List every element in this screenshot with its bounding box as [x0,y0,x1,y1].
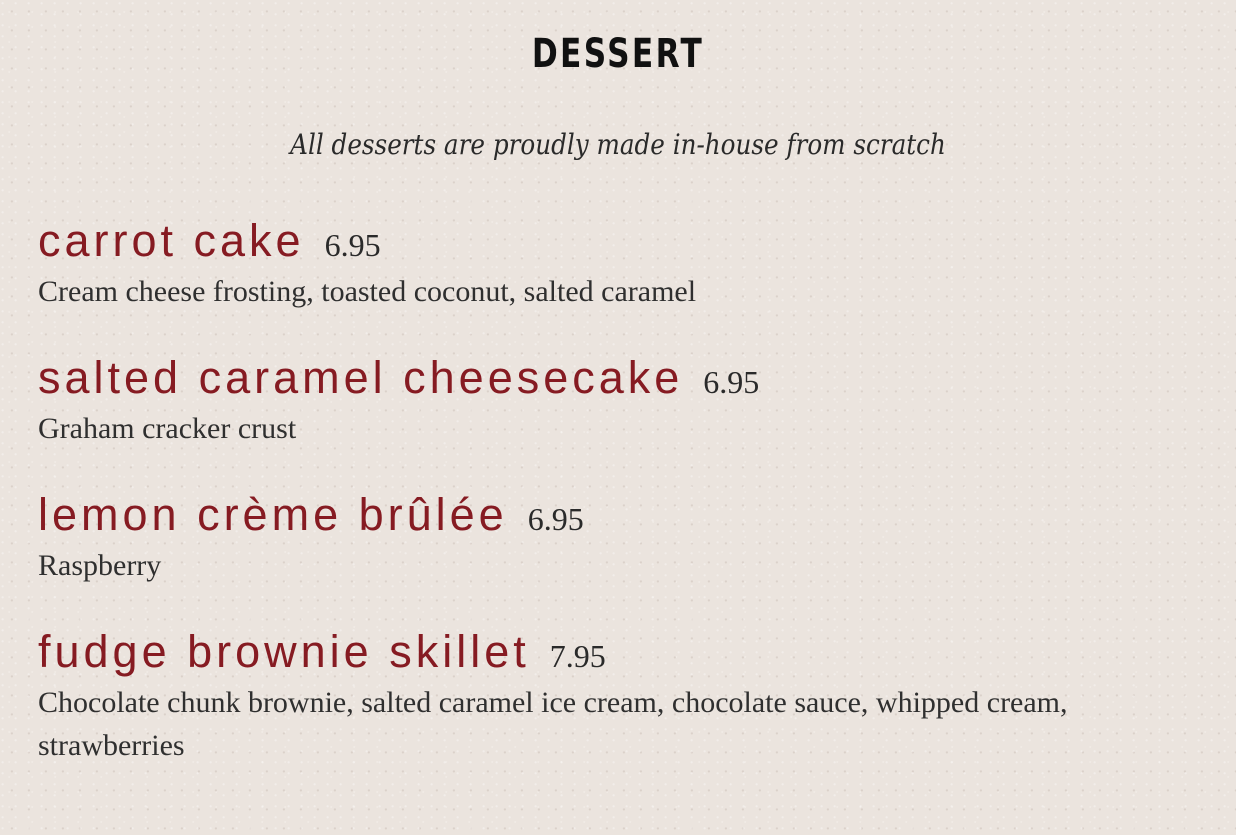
menu-item-heading: lemon crème brûlée 6.95 [38,486,1208,544]
menu-item-name: carrot cake [38,215,305,266]
dessert-menu-list: carrot cake 6.95 Cream cheese frosting, … [38,212,1208,803]
menu-item-price: 6.95 [703,364,760,400]
page-tagline: All desserts are proudly made in-house f… [290,128,946,161]
menu-item-description: Cream cheese frosting, toasted coconut, … [38,275,697,308]
menu-item-name: fudge brownie skillet [38,626,530,677]
menu-item-name: salted caramel cheesecake [38,352,684,403]
menu-item-lemon-creme-brulee: lemon crème brûlée 6.95 Raspberry [38,486,1208,587]
menu-item-description: Chocolate chunk brownie, salted caramel … [38,686,1068,762]
menu-item-price: 6.95 [324,227,381,263]
menu-item-name: lemon crème brûlée [38,489,508,540]
menu-item-heading: fudge brownie skillet 7.95 [38,623,1208,681]
menu-item-description: Raspberry [38,549,162,582]
menu-item-salted-caramel-cheesecake: salted caramel cheesecake 6.95 Graham cr… [38,349,1208,450]
menu-item-heading: salted caramel cheesecake 6.95 [38,349,1208,407]
menu-item-heading: carrot cake 6.95 [38,212,1208,270]
menu-item-fudge-brownie-skillet: fudge brownie skillet 7.95 Chocolate chu… [38,623,1208,767]
menu-item-description: Graham cracker crust [38,412,297,445]
page-title: DESSERT [531,31,705,77]
menu-item-price: 7.95 [549,638,606,674]
menu-item-carrot-cake: carrot cake 6.95 Cream cheese frosting, … [38,212,1208,313]
menu-item-price: 6.95 [527,501,584,537]
